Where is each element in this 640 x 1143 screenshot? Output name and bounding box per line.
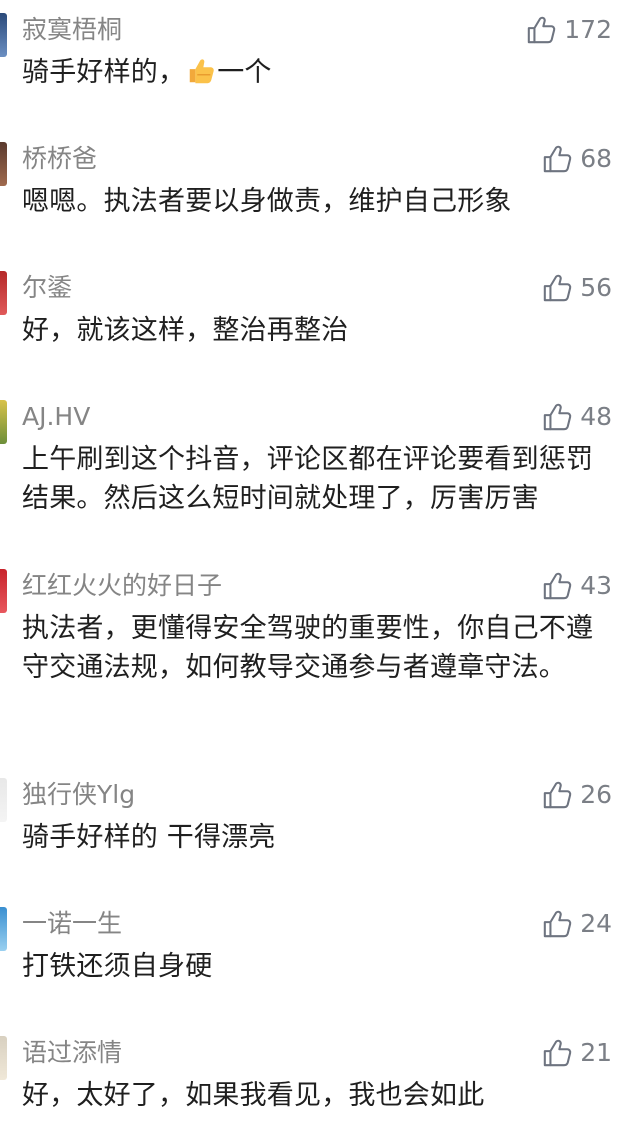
comment-text: 打铁还须自身硬	[22, 951, 213, 982]
avatar[interactable]	[0, 142, 7, 186]
comment-text: 骑手好样的， 一个	[22, 53, 612, 92]
like-button[interactable]: 21	[542, 1036, 612, 1070]
comment-text: 好，太好了，如果我看见，我也会如此	[22, 1080, 485, 1111]
thumbs-up-icon	[542, 402, 572, 432]
comment-username[interactable]: 语过添情	[22, 1036, 122, 1070]
avatar[interactable]	[0, 778, 7, 822]
thumbs-up-icon	[542, 273, 572, 303]
like-button[interactable]: 24	[542, 907, 612, 941]
avatar[interactable]	[0, 569, 7, 613]
like-count: 24	[580, 909, 612, 938]
comment-username[interactable]: 寂寞梧桐	[22, 13, 122, 47]
like-button[interactable]: 56	[542, 271, 612, 305]
avatar[interactable]	[0, 1036, 7, 1080]
comment-text: 嗯嗯。执法者要以身做责，维护自己形象	[22, 186, 512, 217]
like-count: 43	[580, 571, 612, 600]
like-button[interactable]: 68	[542, 142, 612, 176]
comment-text: 骑手好样的 干得漂亮	[22, 822, 276, 853]
thumbs-up-icon	[542, 571, 572, 601]
thumbs-up-icon	[542, 909, 572, 939]
comment-username[interactable]: 红红火火的好日子	[22, 569, 222, 603]
like-button[interactable]: 48	[542, 400, 612, 434]
avatar[interactable]	[0, 400, 7, 444]
comment-text: 好，就该这样，整治再整治	[22, 315, 349, 346]
like-count: 26	[580, 780, 612, 809]
comment-text: 执法者，更懂得安全驾驶的重要性，你自己不遵守交通法规，如何教导交通参与者遵章守法…	[22, 613, 594, 683]
comment-username[interactable]: 尔鋈	[22, 271, 72, 305]
comment-text-part: 骑手好样的，	[22, 57, 186, 88]
like-count: 21	[580, 1038, 612, 1067]
thumbs-up-icon	[542, 1038, 572, 1068]
thumbs-up-icon	[542, 780, 572, 810]
avatar[interactable]	[0, 907, 7, 951]
like-count: 48	[580, 402, 612, 431]
like-button[interactable]: 43	[542, 569, 612, 603]
comment-username[interactable]: 一诺一生	[22, 907, 122, 941]
like-count: 68	[580, 144, 612, 173]
thumbs-up-icon	[542, 144, 572, 174]
comment-text-part: 一个	[217, 57, 272, 88]
like-button[interactable]: 26	[542, 778, 612, 812]
thumbs-up-icon	[526, 15, 556, 45]
comment-username[interactable]: 独行侠Ylg	[22, 778, 135, 812]
comment-username[interactable]: 桥桥爸	[22, 142, 97, 176]
like-count: 172	[564, 15, 612, 44]
comment-username[interactable]: AJ.HV	[22, 400, 90, 434]
avatar[interactable]	[0, 271, 7, 315]
comment-text: 上午刷到这个抖音，评论区都在评论要看到惩罚结果。然后这么短时间就处理了，厉害厉害	[22, 444, 594, 514]
avatar[interactable]	[0, 13, 7, 57]
thumbs-up-emoji-icon	[186, 56, 216, 86]
like-button[interactable]: 172	[526, 13, 612, 47]
like-count: 56	[580, 273, 612, 302]
